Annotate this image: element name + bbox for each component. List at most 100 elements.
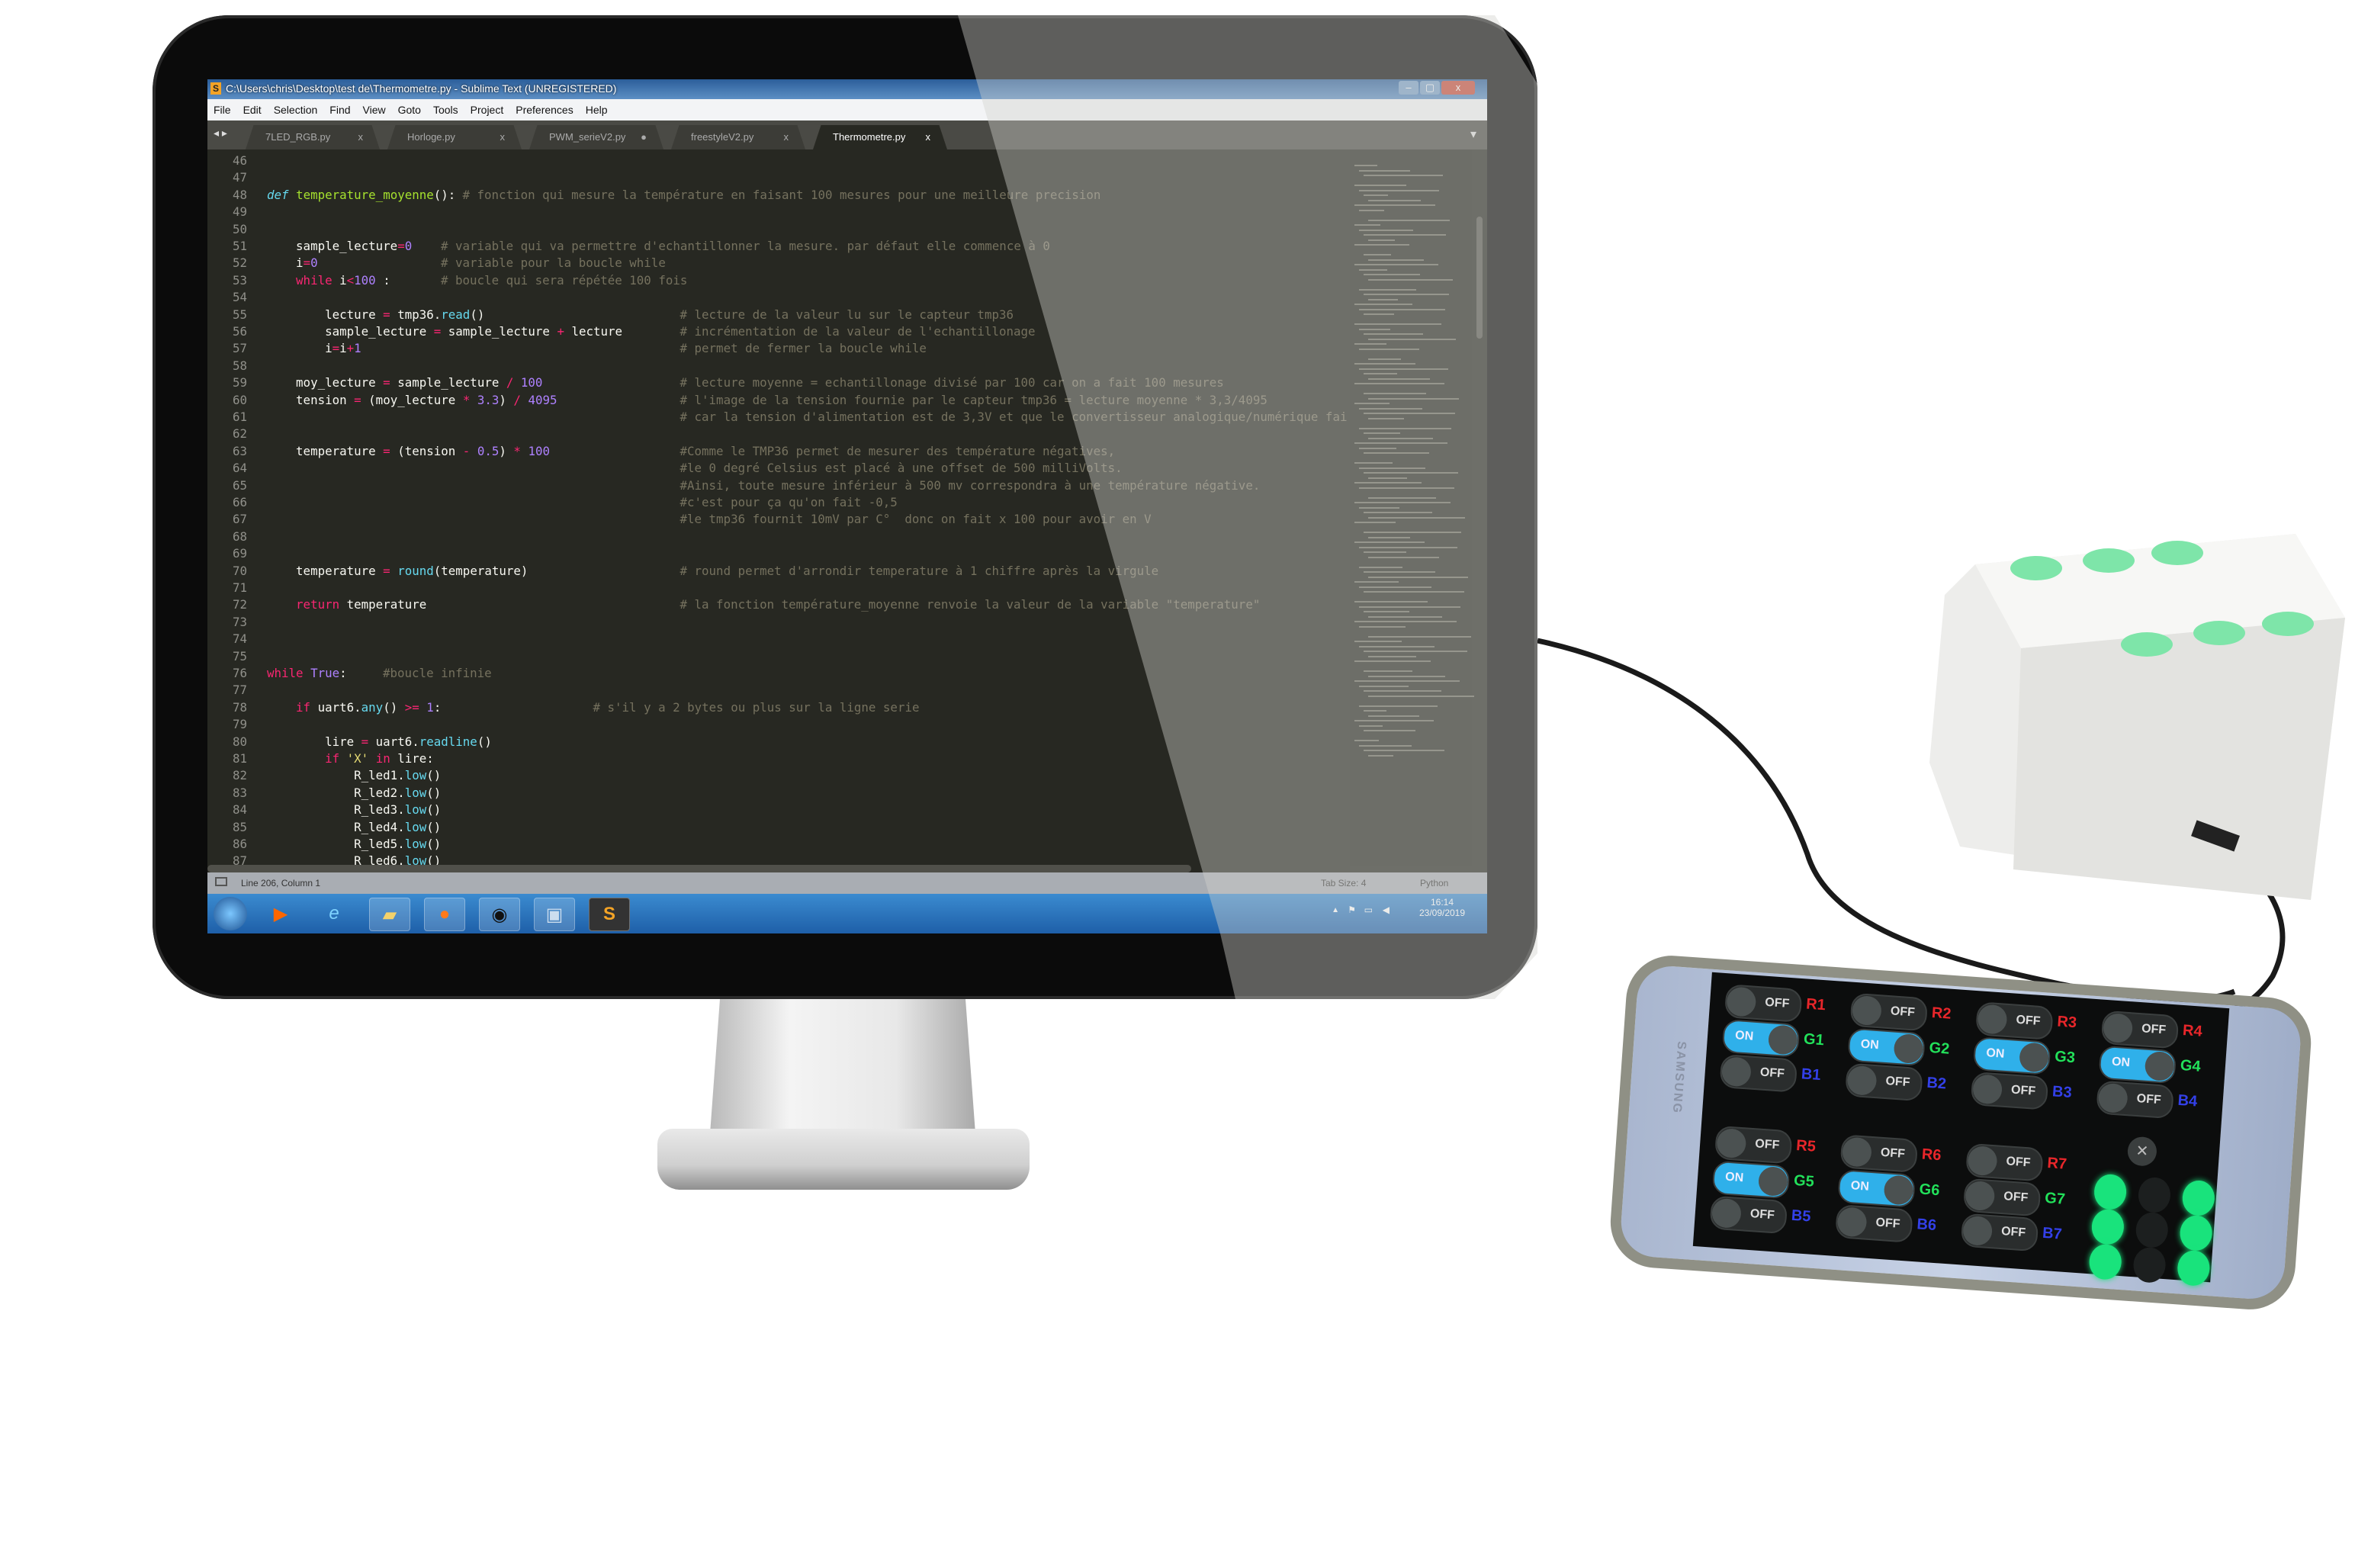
led-cube-device <box>1929 534 2345 900</box>
code-line: 58 <box>207 358 1350 374</box>
tab-pwm-serie[interactable]: PWM_serieV2.py ● <box>529 125 663 149</box>
minimap-line <box>1354 224 1380 226</box>
code-token: readline <box>419 734 477 749</box>
code-line: 85 R_led4.low() <box>207 819 1350 836</box>
syntax-mode[interactable]: Python <box>1420 878 1448 888</box>
tab-thermometre[interactable]: Thermometre.py x <box>813 125 947 149</box>
toggle-r1[interactable]: OFF <box>1724 984 1803 1023</box>
toggle-b3[interactable]: OFF <box>1970 1071 2049 1110</box>
menu-file[interactable]: File <box>207 99 237 116</box>
menu-preferences[interactable]: Preferences <box>509 99 579 116</box>
code-token: temperature_moyenne <box>296 187 434 202</box>
menu-find[interactable]: Find <box>323 99 356 116</box>
toggle-r4[interactable]: OFF <box>2100 1010 2180 1049</box>
tab-label: Horloge.py <box>407 131 455 143</box>
code-token: () <box>470 307 485 322</box>
code-token: i <box>267 255 304 271</box>
horizontal-scrollbar[interactable] <box>207 865 1191 872</box>
tab-nav-arrows-icon[interactable]: ◂ ▸ <box>214 127 227 140</box>
minimap-line <box>1368 615 1442 618</box>
menu-view[interactable]: View <box>357 99 392 116</box>
menu-goto[interactable]: Goto <box>392 99 427 116</box>
tab-close-icon[interactable]: x <box>500 125 506 149</box>
sublime-text-icon[interactable]: S <box>589 898 630 931</box>
minimap-line <box>1359 487 1454 489</box>
media-player-icon[interactable]: ▶ <box>261 898 300 930</box>
toggle-r2[interactable]: OFF <box>1849 992 1929 1032</box>
menu-project[interactable]: Project <box>464 99 510 116</box>
toggle-g6[interactable]: ON <box>1837 1169 1916 1208</box>
toggle-b5[interactable]: OFF <box>1709 1195 1788 1235</box>
line-number: 85 <box>232 819 247 834</box>
cube-led <box>2083 548 2135 573</box>
toggle-state: OFF <box>1764 995 1790 1011</box>
toggle-g1[interactable]: ON <box>1721 1019 1801 1058</box>
toggle-b2[interactable]: OFF <box>1845 1062 1923 1102</box>
file-explorer-icon[interactable]: ▰ <box>369 898 410 931</box>
tab-close-icon[interactable]: x <box>784 125 789 149</box>
toggle-r3[interactable]: OFF <box>1975 1001 2054 1041</box>
menu-selection[interactable]: Selection <box>268 99 324 116</box>
firefox-icon[interactable]: ● <box>424 898 465 931</box>
toggle-b6[interactable]: OFF <box>1835 1203 1913 1243</box>
menu-edit[interactable]: Edit <box>237 99 268 116</box>
vertical-scrollbar[interactable] <box>1476 217 1483 339</box>
minimize-button[interactable]: – <box>1399 81 1418 95</box>
maximize-button[interactable]: ▢ <box>1420 81 1440 95</box>
toggle-r7[interactable]: OFF <box>1965 1142 2044 1182</box>
toggle-b7[interactable]: OFF <box>1960 1213 2039 1252</box>
toggle-g3[interactable]: ON <box>1972 1036 2051 1075</box>
minimap-line <box>1354 601 1428 602</box>
close-button[interactable]: x <box>1441 81 1475 95</box>
cube-led <box>2151 541 2203 565</box>
minimap[interactable] <box>1350 149 1474 866</box>
tab-modified-dot-icon[interactable]: ● <box>641 125 647 149</box>
toggle-r5[interactable]: OFF <box>1714 1125 1793 1165</box>
internet-explorer-icon[interactable]: e <box>314 898 354 930</box>
tray-arrow-icon[interactable]: ▲ <box>1332 906 1339 914</box>
toggle-knob <box>1767 1024 1799 1056</box>
toggle-g5[interactable]: ON <box>1711 1160 1791 1200</box>
tab-size[interactable]: Tab Size: 4 <box>1321 878 1366 888</box>
tab-close-icon[interactable]: x <box>358 125 364 149</box>
toggle-state: OFF <box>1875 1216 1901 1231</box>
menu-tools[interactable]: Tools <box>427 99 464 116</box>
tab-freestyle[interactable]: freestyleV2.py x <box>671 125 805 149</box>
console-icon[interactable] <box>215 877 227 886</box>
code-token: ) <box>499 443 514 458</box>
toggle-b1[interactable]: OFF <box>1719 1053 1798 1093</box>
code-token: = <box>433 324 442 339</box>
toggle-g2[interactable]: ON <box>1847 1027 1926 1067</box>
toggle-g4[interactable]: ON <box>2098 1045 2177 1084</box>
minimap-line <box>1368 278 1453 281</box>
clock[interactable]: 16:14 23/09/2019 <box>1415 897 1469 918</box>
code-comment: # variable pour la boucle while <box>441 255 666 271</box>
tab-horloge[interactable]: Horloge.py x <box>387 125 522 149</box>
toggle-state: ON <box>1724 1170 1744 1185</box>
toggle-r6[interactable]: OFF <box>1839 1134 1919 1174</box>
camera-icon[interactable]: ◉ <box>479 898 520 931</box>
close-button[interactable]: ✕ <box>2126 1136 2158 1167</box>
tab-dropdown-icon[interactable]: ▾ <box>1470 127 1476 142</box>
flag-icon[interactable]: ⚑ <box>1348 904 1356 915</box>
network-icon[interactable]: ▭ <box>1364 904 1373 915</box>
menu-help[interactable]: Help <box>580 99 614 116</box>
code-token: () <box>426 768 442 783</box>
code-comment: # boucle qui sera répétée 100 fois <box>441 272 688 288</box>
image-viewer-icon[interactable]: ▣ <box>534 898 575 931</box>
toggle-b4[interactable]: OFF <box>2096 1080 2175 1120</box>
code-editor[interactable]: 46 47 48 def temperature_moyenne(): # foncti… <box>207 149 1350 872</box>
line-number: 50 <box>232 221 247 236</box>
minimap-line <box>1359 427 1451 429</box>
code-token: 0.5 <box>477 443 500 458</box>
toggle-g7[interactable]: OFF <box>1962 1178 2042 1217</box>
toggle-knob <box>1893 1033 1924 1065</box>
volume-icon[interactable]: ◀ <box>1383 904 1390 915</box>
switch-label: B3 <box>2051 1083 2073 1102</box>
line-number: 53 <box>232 272 247 288</box>
tab-7led-rgb[interactable]: 7LED_RGB.py x <box>246 125 380 149</box>
tab-close-icon[interactable]: x <box>926 125 931 149</box>
minimap-line <box>1359 744 1412 747</box>
line-number: 56 <box>232 324 247 339</box>
start-orb-icon[interactable] <box>214 897 247 930</box>
